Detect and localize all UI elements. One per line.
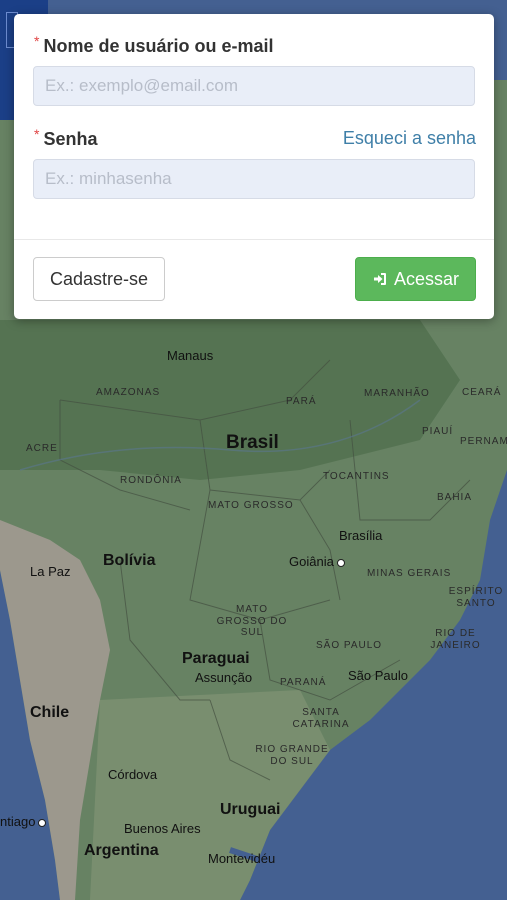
state-label-tocantins: TOCANTINS (323, 471, 390, 482)
required-marker: * (34, 33, 40, 49)
forgot-password-link[interactable]: Esqueci a senha (343, 128, 476, 149)
state-label-sao-paulo: SÃO PAULO (316, 640, 383, 651)
country-label-bolivia: Bolívia (103, 552, 156, 569)
city-label-cordova: Córdova (108, 767, 158, 782)
state-label-amazonas: AMAZONAS (96, 387, 161, 398)
country-label-brasil: Brasil (226, 432, 279, 453)
state-label-maranhao: MARANHÃO (364, 388, 430, 399)
required-marker: * (34, 126, 40, 142)
state-label-rondonia: RONDÔNIA (120, 475, 182, 486)
city-label-assuncao: Assunção (195, 670, 253, 685)
country-label-chile: Chile (30, 704, 70, 721)
city-label-buenos-aires: Buenos Aires (124, 821, 201, 836)
city-label-brasilia: Brasília (339, 528, 383, 543)
state-label-acre: ACRE (26, 443, 58, 454)
city-label-montevideu: Montevidéu (208, 851, 276, 866)
card-divider (14, 239, 494, 240)
state-label-santa-catarina: SANTA CATARINA (292, 707, 350, 730)
username-label: * Nome de usuário ou e-mail (34, 33, 274, 57)
state-label-mato-grosso-do-sul: MATO GROSSO DO SUL (216, 604, 288, 638)
username-label-text: Nome de usuário ou e-mail (43, 36, 274, 56)
state-label-rio-grande-do-sul: RIO GRANDE DO SUL (255, 744, 329, 767)
state-label-mato-grosso: MATO GROSSO (208, 500, 294, 511)
country-label-uruguai: Uruguai (220, 801, 281, 818)
state-label-pernam: PERNAM (460, 436, 507, 447)
password-input[interactable] (33, 159, 475, 199)
username-input[interactable] (33, 66, 475, 106)
state-label-espirito-santo: ESPÍRITO SANTO (448, 586, 504, 609)
city-label-goiania: Goiânia (289, 555, 345, 568)
password-label-text: Senha (43, 129, 98, 149)
state-label-rio-de-janeiro: RIO DE JANEIRO (430, 628, 481, 651)
signup-button[interactable]: Cadastre-se (33, 257, 165, 301)
city-label-sao-paulo: São Paulo (348, 668, 408, 683)
sign-in-icon (372, 271, 388, 287)
city-label-manaus: Manaus (167, 348, 214, 363)
state-label-minas-gerais: MINAS GERAIS (367, 568, 452, 579)
password-label: * Senha (34, 126, 98, 150)
country-label-paraguai: Paraguai (182, 650, 250, 667)
city-label-la-paz: La Paz (30, 564, 71, 579)
state-label-parana: PARANÁ (280, 677, 327, 688)
login-button[interactable]: Acessar (355, 257, 476, 301)
country-label-argentina: Argentina (84, 842, 159, 859)
login-button-label: Acessar (393, 268, 460, 289)
city-label-santiago: ntiago (0, 815, 46, 828)
state-label-ceara: CEARÁ (462, 387, 502, 398)
login-card: *Nome de usuário ou e-mail *Senha Esquec… (14, 14, 494, 319)
state-label-piaui: PIAUÍ (422, 426, 454, 437)
state-label-bahia: BAHIA (437, 492, 473, 503)
state-label-para: PARÁ (286, 396, 317, 407)
